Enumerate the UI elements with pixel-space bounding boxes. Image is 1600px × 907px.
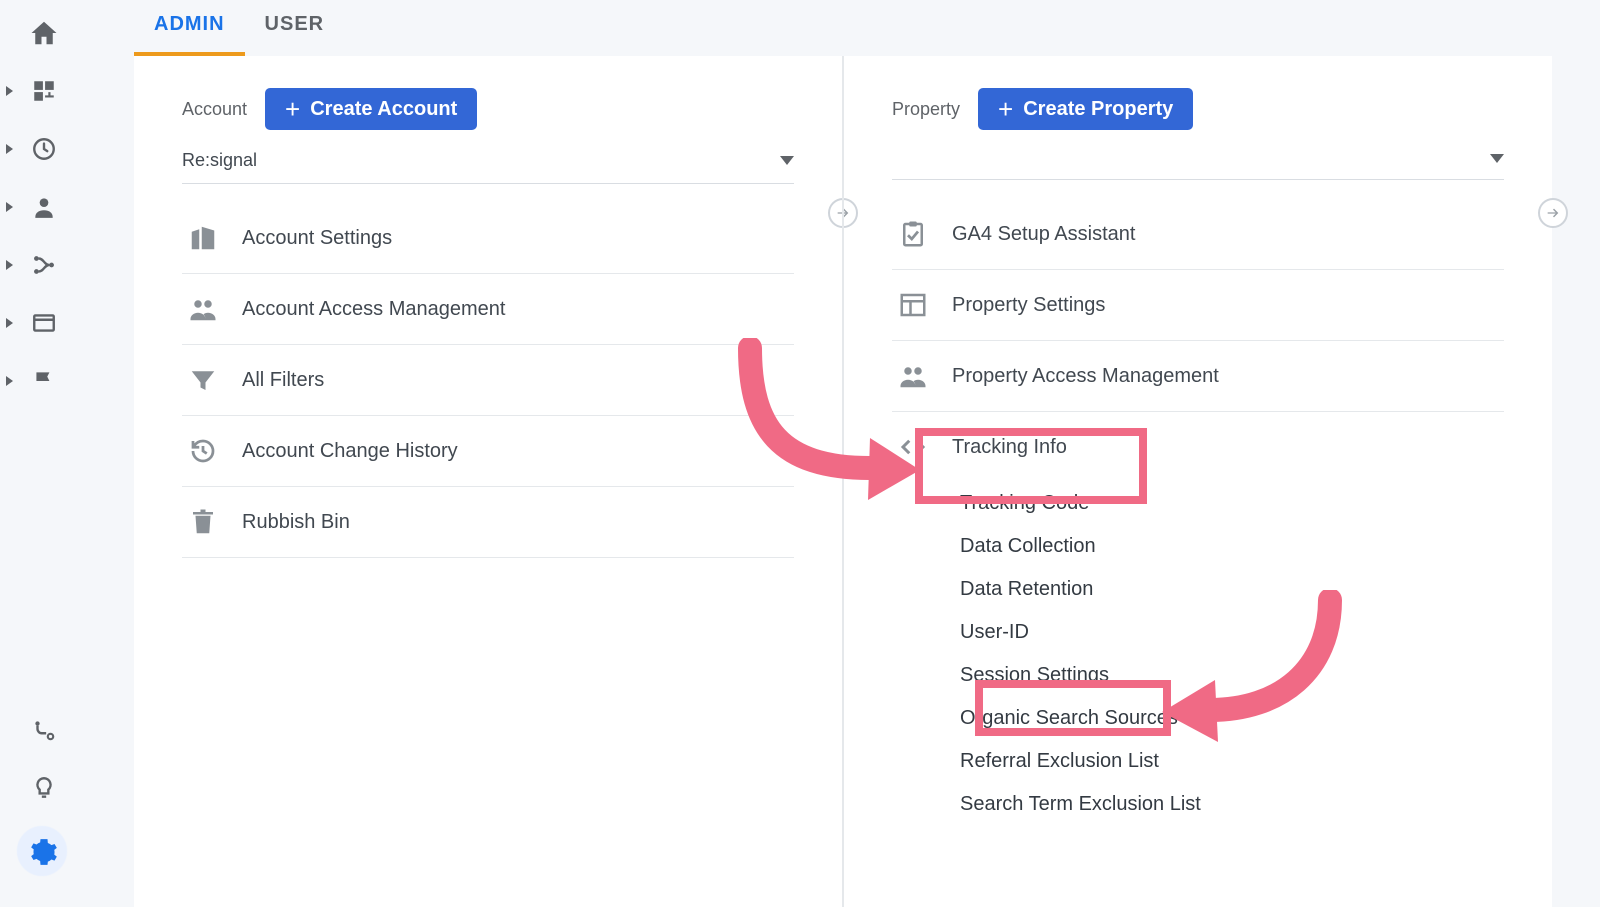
clock-icon: [31, 136, 57, 162]
path-icon: [31, 717, 57, 743]
property-menu: GA4 Setup Assistant Property Settings Pr…: [892, 198, 1504, 826]
people-icon: [898, 361, 928, 391]
caret-right-icon: [6, 144, 13, 154]
row-label: Property Settings: [952, 294, 1105, 317]
account-change-history[interactable]: Account Change History: [182, 416, 794, 487]
create-account-button[interactable]: + Create Account: [265, 88, 477, 130]
property-settings[interactable]: Property Settings: [892, 270, 1504, 341]
account-access-management[interactable]: Account Access Management: [182, 274, 794, 345]
top-tabs: ADMIN USER: [134, 0, 344, 56]
caret-right-icon: [6, 318, 13, 328]
row-label: Account Settings: [242, 227, 392, 250]
tracking-info-submenu: Tracking Code Data Collection Data Reten…: [892, 482, 1504, 826]
property-column: Property + Create Property GA4 Setup Ass…: [842, 56, 1552, 907]
data-retention[interactable]: Data Retention: [960, 568, 1504, 611]
rail-admin[interactable]: [0, 817, 88, 887]
trash-icon: [188, 507, 218, 537]
plus-icon: +: [285, 96, 300, 122]
organic-search-sources[interactable]: Organic Search Sources: [960, 697, 1504, 740]
referral-exclusion-list[interactable]: Referral Exclusion List: [960, 740, 1504, 783]
layout-icon: [898, 290, 928, 320]
assignment-done-icon: [898, 219, 928, 249]
user-id[interactable]: User-ID: [960, 611, 1504, 654]
caret-right-icon: [6, 376, 13, 386]
caret-right-icon: [6, 260, 13, 270]
create-property-label: Create Property: [1023, 98, 1173, 121]
plus-icon: +: [998, 96, 1013, 122]
session-settings[interactable]: Session Settings: [960, 654, 1504, 697]
account-menu: Account Settings Account Access Manageme…: [182, 202, 794, 558]
property-label: Property: [892, 99, 960, 120]
rail-audience[interactable]: [12, 178, 76, 236]
create-property-button[interactable]: + Create Property: [978, 88, 1193, 130]
history-icon: [188, 436, 218, 466]
home-icon: [29, 18, 59, 48]
filter-icon: [188, 365, 218, 395]
account-column: Account + Create Account Re:signal Accou…: [134, 56, 842, 907]
left-rail: [0, 0, 88, 907]
tab-admin[interactable]: ADMIN: [134, 13, 245, 56]
ga4-setup-assistant[interactable]: GA4 Setup Assistant: [892, 198, 1504, 270]
row-label: Account Access Management: [242, 298, 505, 321]
rubbish-bin[interactable]: Rubbish Bin: [182, 487, 794, 558]
person-icon: [31, 194, 57, 220]
account-picker-value: Re:signal: [182, 150, 257, 171]
create-account-label: Create Account: [310, 98, 457, 121]
caret-right-icon: [6, 202, 13, 212]
webpage-icon: [31, 310, 57, 336]
chevron-down-icon: [780, 156, 794, 165]
people-icon: [188, 294, 218, 324]
property-access-management[interactable]: Property Access Management: [892, 341, 1504, 412]
gear-icon: [30, 838, 58, 866]
account-label: Account: [182, 99, 247, 120]
rail-home[interactable]: [12, 4, 76, 62]
search-term-exclusion-list[interactable]: Search Term Exclusion List: [960, 783, 1504, 826]
row-label: Tracking Info: [952, 436, 1067, 459]
row-label: All Filters: [242, 369, 324, 392]
row-label: GA4 Setup Assistant: [952, 223, 1135, 246]
row-label: Property Access Management: [952, 365, 1219, 388]
merge-icon: [31, 252, 57, 278]
arrow-right-icon: [1545, 205, 1561, 221]
flag-icon: [31, 368, 57, 394]
rail-discover[interactable]: [12, 759, 76, 817]
admin-panel: Account + Create Account Re:signal Accou…: [134, 56, 1552, 907]
row-label: Account Change History: [242, 440, 458, 463]
rail-attribution[interactable]: [12, 701, 76, 759]
account-settings[interactable]: Account Settings: [182, 202, 794, 274]
rail-behaviour[interactable]: [12, 294, 76, 352]
all-filters[interactable]: All Filters: [182, 345, 794, 416]
tracking-info[interactable]: Tracking Info: [892, 412, 1504, 482]
rail-realtime[interactable]: [12, 120, 76, 178]
caret-right-icon: [6, 86, 13, 96]
property-switch-arrow[interactable]: [1538, 198, 1568, 228]
lightbulb-icon: [31, 775, 57, 801]
account-picker[interactable]: Re:signal: [182, 144, 794, 184]
rail-acquisition[interactable]: [12, 236, 76, 294]
dashboard-add-icon: [31, 78, 57, 104]
building-icon: [188, 223, 218, 253]
row-label: Rubbish Bin: [242, 511, 350, 534]
rail-customisation[interactable]: [12, 62, 76, 120]
code-icon: [898, 432, 928, 462]
data-collection[interactable]: Data Collection: [960, 525, 1504, 568]
tracking-code[interactable]: Tracking Code: [960, 482, 1504, 525]
rail-conversions[interactable]: [12, 352, 76, 410]
tab-user[interactable]: USER: [245, 13, 345, 56]
chevron-down-icon: [1490, 154, 1504, 163]
property-picker[interactable]: [892, 144, 1504, 180]
